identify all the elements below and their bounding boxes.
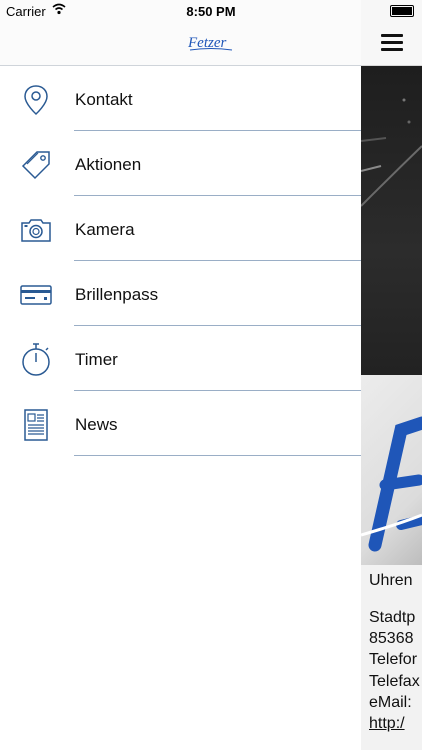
card-icon	[18, 277, 54, 313]
content-line: Telefor	[369, 651, 418, 668]
menu-item-label: Brillenpass	[75, 285, 159, 304]
stopwatch-icon	[18, 342, 54, 378]
menu-item-label: Timer	[75, 350, 118, 369]
menu-item-kontakt[interactable]: Kontakt	[0, 66, 361, 131]
side-drawer: Fetzer Kontakt Aktionen Kamera Brillenpa…	[0, 0, 361, 750]
content-line: Uhren	[369, 572, 413, 589]
location-pin-icon	[18, 82, 54, 118]
menu-item-label: Kontakt	[75, 90, 133, 109]
menu-item-label: News	[75, 415, 118, 434]
menu-item-timer[interactable]: Timer	[0, 326, 361, 391]
content-line: Stadtp	[369, 609, 416, 626]
fetzer-logo: Fetzer	[187, 35, 233, 51]
brand-logo-fragment	[361, 416, 422, 552]
camera-icon	[18, 212, 54, 248]
content-line: 85368	[369, 630, 414, 647]
battery-icon	[390, 5, 414, 17]
main-content: Uhren Stadtp 85368 Telefor Telefax eMail…	[361, 0, 422, 750]
menu-item-news[interactable]: News	[0, 391, 361, 456]
menu-item-aktionen[interactable]: Aktionen	[0, 131, 361, 196]
newspaper-icon	[18, 407, 54, 443]
status-bar: Carrier 8:50 PM	[0, 0, 422, 22]
hero-photo	[361, 66, 422, 375]
content-line: eMail:	[369, 694, 412, 711]
menu-item-label: Aktionen	[75, 155, 142, 174]
clock-label: 8:50 PM	[186, 4, 236, 19]
website-link[interactable]: http:/	[369, 715, 405, 733]
separator	[74, 455, 361, 456]
menu-item-label: Kamera	[75, 220, 135, 239]
brand-banner	[361, 375, 422, 565]
menu-item-brillenpass[interactable]: Brillenpass	[0, 261, 361, 326]
menu-item-kamera[interactable]: Kamera	[0, 196, 361, 261]
drawer-menu: Kontakt Aktionen Kamera Brillenpass Time…	[0, 66, 361, 456]
hamburger-icon[interactable]	[381, 34, 403, 51]
road-markings	[361, 98, 422, 207]
content-line: Telefax	[369, 673, 420, 690]
tag-icon	[18, 147, 54, 183]
